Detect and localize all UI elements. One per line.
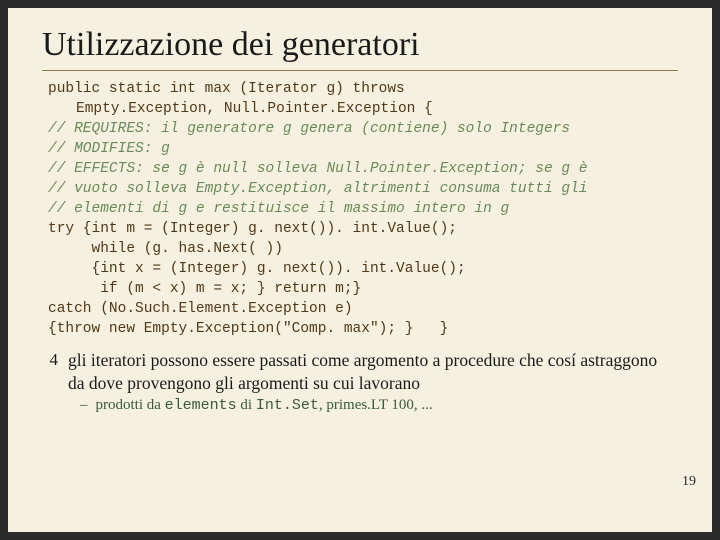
dash-icon: – [80,397,88,414]
code-block: public static int max (Iterator g) throw… [48,79,678,339]
code-try-3: {int x = (Integer) g. next()). int.Value… [48,259,678,279]
sub-mid: di [237,397,256,413]
sub-prefix: prodotti da [96,397,165,413]
code-signature-line-1: public static int max (Iterator g) throw… [48,79,678,99]
code-comment-modifies: // MODIFIES: g [48,139,678,159]
code-catch: catch (No.Such.Element.Exception e) [48,299,678,319]
sub-bullet-item: – prodotti da elements di Int.Set, prime… [80,397,678,414]
sub-bullet-text: prodotti da elements di Int.Set, primes.… [96,397,433,414]
code-throw: {throw new Empty.Exception("Comp. max");… [48,319,678,339]
slide-title: Utilizzazione dei generatori [42,26,678,64]
code-comment-effects-3: // elementi di g e restituisce il massim… [48,199,678,219]
bullet-item: 4 gli iteratori possono essere passati c… [36,349,678,395]
title-underline [42,70,678,71]
code-comment-effects-1: // EFFECTS: se g è null solleva Null.Poi… [48,159,678,179]
page-number: 19 [682,474,696,490]
bullet-number: 4 [36,349,58,371]
sub-suffix: , primes.LT 100, ... [319,397,433,413]
code-try-2: while (g. has.Next( )) [48,239,678,259]
slide: Utilizzazione dei generatori public stat… [8,8,712,532]
bullet-text: gli iteratori possono essere passati com… [68,349,678,395]
code-comment-requires: // REQUIRES: il generatore g genera (con… [48,119,678,139]
code-try-1: try {int m = (Integer) g. next()). int.V… [48,219,678,239]
code-signature-line-2: Empty.Exception, Null.Pointer.Exception … [48,99,678,119]
code-try-4: if (m < x) m = x; } return m;} [48,279,678,299]
code-comment-effects-2: // vuoto solleva Empty.Exception, altrim… [48,179,678,199]
sub-elements: elements [165,397,237,414]
sub-intset: Int.Set [256,397,319,414]
